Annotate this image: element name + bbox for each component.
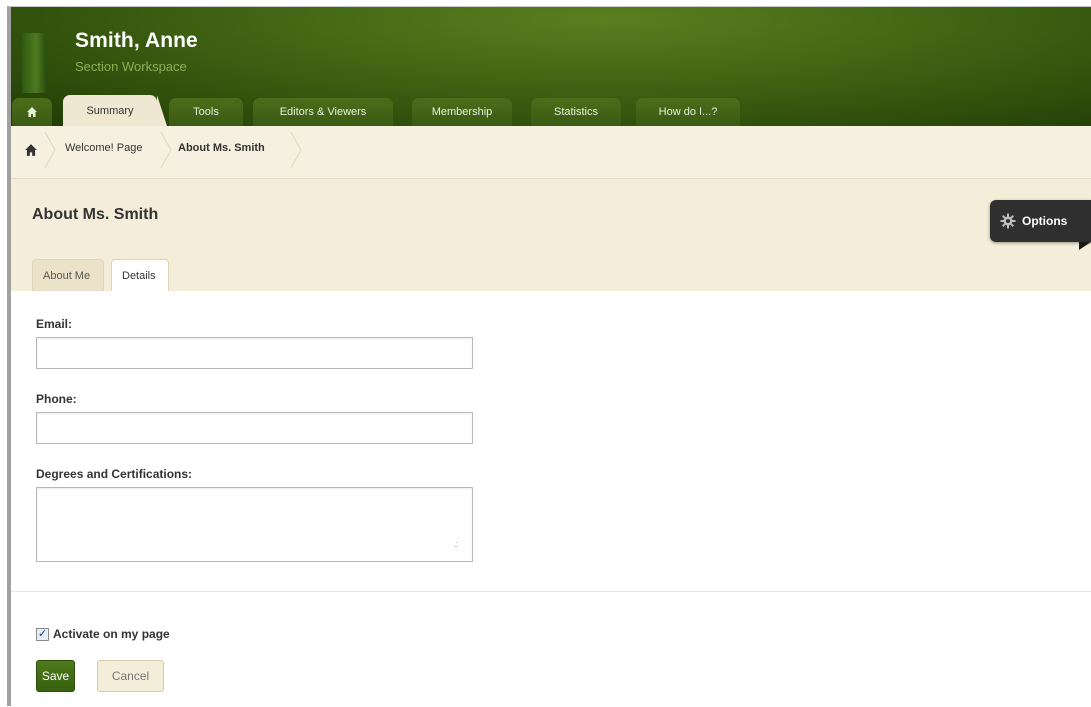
- degrees-label: Degrees and Certifications:: [36, 467, 193, 481]
- nav-tab-tools[interactable]: Tools: [169, 98, 243, 126]
- phone-label: Phone:: [36, 392, 77, 406]
- breadcrumb-separator-icon: [290, 132, 302, 168]
- options-button[interactable]: Options: [990, 200, 1091, 242]
- main-nav: Summary Tools Editors & Viewers Membersh…: [11, 95, 1091, 126]
- options-label: Options: [1022, 214, 1068, 228]
- breadcrumb-separator-icon: [44, 132, 56, 168]
- nav-tab-statistics[interactable]: Statistics: [531, 98, 621, 126]
- breadcrumb-welcome-page[interactable]: Welcome! Page: [65, 142, 142, 154]
- breadcrumb-current-page: About Ms. Smith: [178, 142, 265, 154]
- home-icon: [27, 107, 37, 117]
- breadcrumb: Welcome! Page About Ms. Smith: [11, 126, 1091, 179]
- cancel-button[interactable]: Cancel: [97, 660, 164, 692]
- resize-grip-icon[interactable]: .:: [454, 539, 458, 549]
- email-field[interactable]: [36, 337, 473, 369]
- nav-tab-how-do-i[interactable]: How do I...?: [636, 98, 740, 126]
- details-form: Email: Phone: Degrees and Certifications…: [11, 291, 1091, 591]
- email-label: Email:: [36, 317, 73, 331]
- tab-about-me[interactable]: About Me: [32, 259, 104, 291]
- workspace-subtitle: Section Workspace: [75, 59, 187, 74]
- workspace-header: Smith, Anne Section Workspace Summary To…: [11, 7, 1091, 126]
- options-flag: [1079, 242, 1091, 250]
- nav-home-tab[interactable]: [12, 98, 52, 126]
- degrees-textarea[interactable]: [36, 487, 473, 562]
- activate-row: ✓ Activate on my page: [36, 627, 170, 641]
- page-heading-area: About Ms. Smith: [11, 179, 1091, 291]
- activate-checkbox[interactable]: ✓: [36, 627, 49, 641]
- activate-label: Activate on my page: [53, 627, 170, 641]
- nav-tab-membership[interactable]: Membership: [412, 98, 512, 126]
- phone-field[interactable]: [36, 412, 473, 444]
- nav-tab-editors-viewers[interactable]: Editors & Viewers: [253, 98, 393, 126]
- breadcrumb-separator-icon: [160, 132, 172, 168]
- gear-icon: [1000, 213, 1016, 229]
- nav-tab-summary[interactable]: Summary: [63, 95, 167, 126]
- tab-details[interactable]: Details: [111, 259, 169, 291]
- logo: [22, 33, 46, 93]
- app-frame: Smith, Anne Section Workspace Summary To…: [7, 6, 1091, 706]
- home-icon[interactable]: [24, 143, 38, 157]
- form-divider: [11, 591, 1091, 592]
- page-title: About Ms. Smith: [32, 206, 159, 223]
- workspace-title: Smith, Anne: [75, 29, 198, 52]
- save-button[interactable]: Save: [36, 660, 75, 692]
